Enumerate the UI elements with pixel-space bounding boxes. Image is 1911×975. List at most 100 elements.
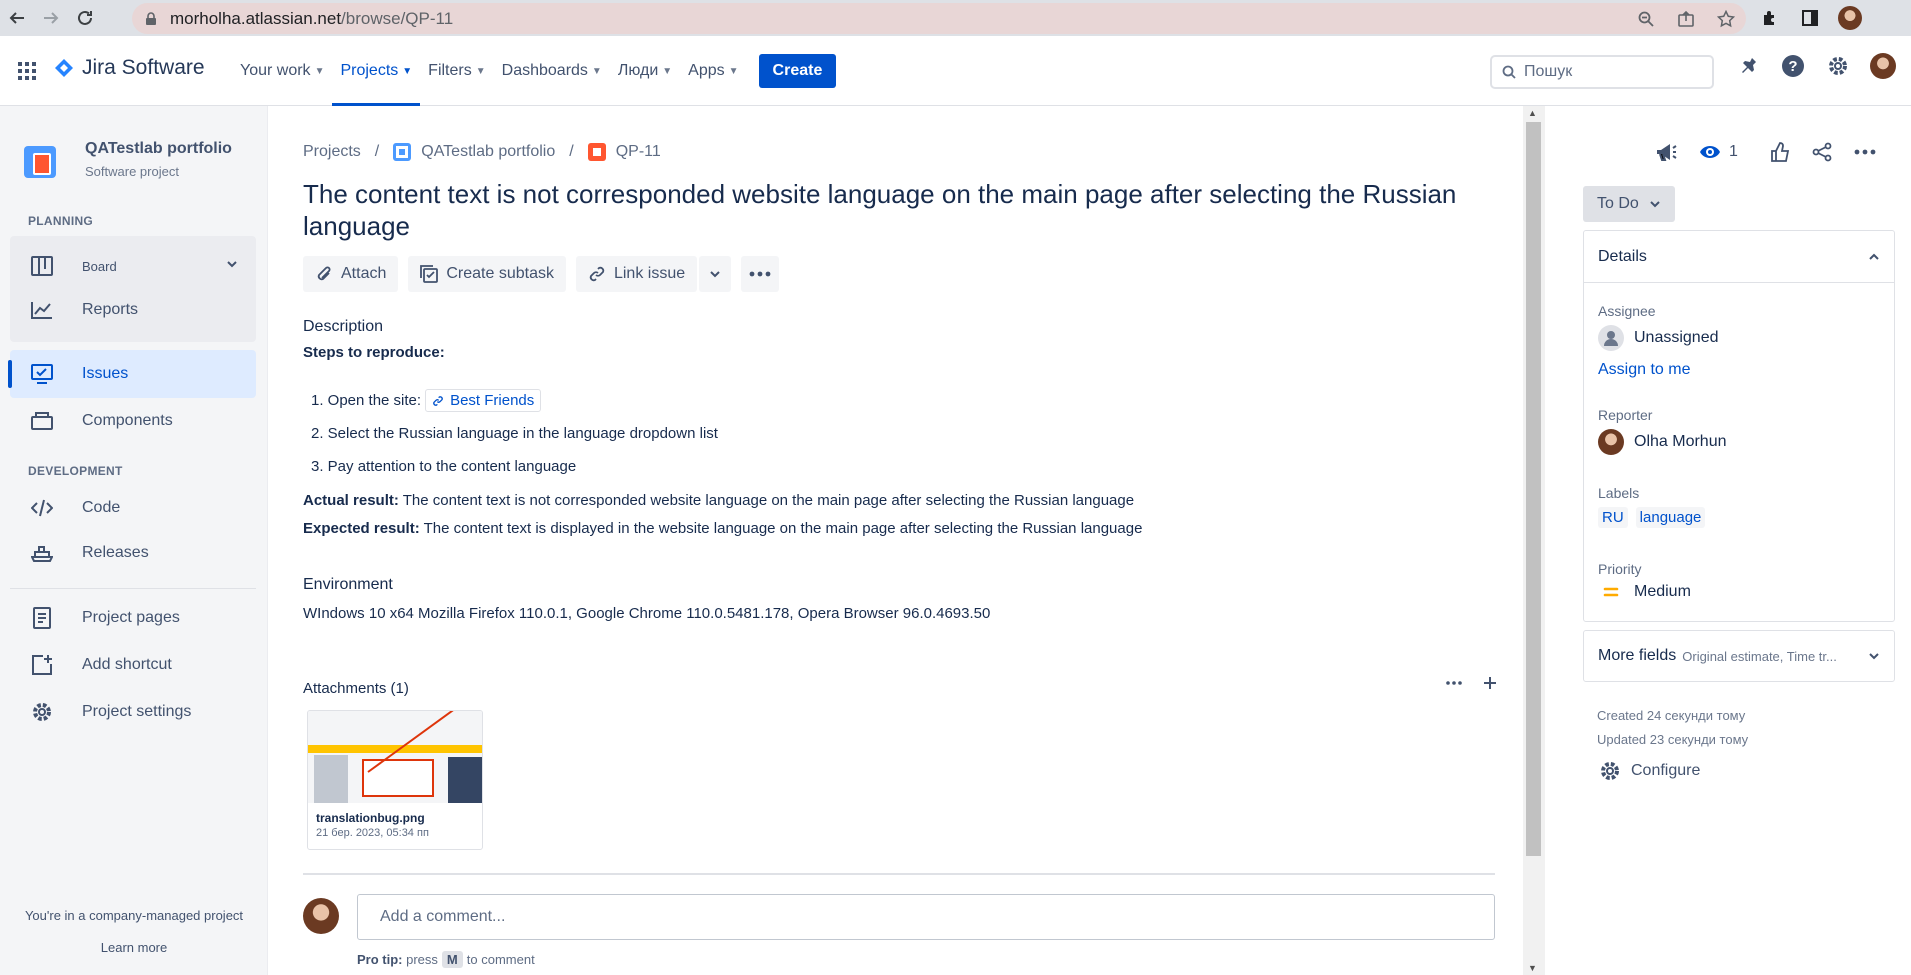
- breadcrumb-issue-key[interactable]: QP-11: [616, 143, 661, 161]
- issues-icon: [30, 364, 54, 384]
- assignee-field[interactable]: Unassigned: [1598, 325, 1719, 351]
- configure-button[interactable]: Configure: [1599, 760, 1700, 782]
- environment-text[interactable]: WIndows 10 x64 Mozilla Firefox 110.0.1, …: [303, 605, 990, 622]
- actual-result: Actual result: The content text is not c…: [303, 492, 1134, 509]
- bug-type-icon[interactable]: [587, 143, 606, 161]
- reload-icon[interactable]: [68, 0, 102, 36]
- share-page-icon[interactable]: [1666, 10, 1706, 28]
- zoom-icon[interactable]: [1626, 10, 1666, 28]
- attachment-card[interactable]: translationbug.png 21 бер. 2023, 05:34 п…: [307, 710, 483, 850]
- expected-result: Expected result: The content text is dis…: [303, 520, 1142, 537]
- site-info-icon[interactable]: [144, 11, 158, 26]
- priority-field[interactable]: Medium: [1598, 583, 1691, 601]
- assignee-label: Assignee: [1598, 303, 1656, 319]
- create-button[interactable]: Create: [758, 54, 837, 88]
- jira-top-navigation: Jira Software Your work ▼ Projects ▼ Filte…: [0, 36, 1911, 106]
- add-shortcut-icon: [30, 654, 54, 676]
- chevron-down-icon: ▼: [314, 65, 325, 77]
- svg-text:?: ?: [1788, 58, 1797, 75]
- issue-title[interactable]: The content text is not corresponded web…: [303, 178, 1473, 242]
- attachments-header: Attachments (1): [303, 680, 409, 697]
- breadcrumb-projects[interactable]: Projects: [303, 143, 361, 161]
- user-avatar[interactable]: [1860, 53, 1905, 79]
- more-dots-icon[interactable]: [1854, 149, 1876, 155]
- help-icon[interactable]: ?: [1770, 54, 1815, 78]
- add-attachment-icon[interactable]: [1472, 676, 1508, 690]
- search-input[interactable]: Пошук: [1490, 55, 1714, 89]
- link-issue-dropdown[interactable]: [699, 256, 732, 292]
- vote-thumbs-up-icon[interactable]: [1770, 142, 1790, 162]
- more-fields-section[interactable]: More fields Original estimate, Time tr..…: [1583, 630, 1895, 682]
- nav-apps[interactable]: Apps ▼: [680, 36, 746, 106]
- scroll-up-arrow[interactable]: ▲: [1528, 108, 1537, 118]
- assign-to-me-link[interactable]: Assign to me: [1598, 361, 1690, 379]
- address-bar[interactable]: morholha.atlassian.net/browse/QP-11: [132, 3, 1746, 34]
- chevron-down-icon: [1869, 653, 1879, 660]
- more-actions-button[interactable]: [741, 256, 780, 292]
- side-panel-icon[interactable]: [1790, 9, 1830, 27]
- updated-timestamp: Updated 23 секунди тому: [1597, 732, 1749, 747]
- nav-dashboards[interactable]: Dashboards ▼: [494, 36, 610, 106]
- jira-logo[interactable]: Jira Software: [54, 56, 205, 80]
- link-issue-button[interactable]: Link issue: [575, 256, 698, 292]
- sidebar-item-releases[interactable]: Releases: [10, 529, 256, 577]
- step-item: 3. Pay attention to the content language: [311, 458, 577, 475]
- share-icon[interactable]: [1812, 142, 1832, 162]
- nav-projects[interactable]: Projects ▼: [332, 36, 421, 106]
- back-icon[interactable]: [0, 0, 34, 36]
- nav-your-work[interactable]: Your work ▼: [232, 36, 332, 106]
- breadcrumb-project[interactable]: QATestlab portfolio: [421, 143, 555, 161]
- pro-tip-press: press: [406, 952, 438, 967]
- priority-label: Priority: [1598, 561, 1642, 577]
- bookmark-star-icon[interactable]: [1706, 9, 1746, 28]
- scrollbar-thumb[interactable]: [1526, 122, 1541, 856]
- extensions-icon[interactable]: [1750, 9, 1790, 27]
- sidebar-item-add-shortcut[interactable]: Add shortcut: [10, 641, 256, 689]
- commenter-avatar: [303, 898, 339, 934]
- configure-label: Configure: [1631, 762, 1701, 779]
- project-header[interactable]: QATestlab portfolio Software project: [24, 140, 232, 179]
- sidebar-item-issues[interactable]: Issues: [8, 350, 256, 398]
- sidebar-item-code[interactable]: Code: [10, 484, 256, 532]
- attach-button[interactable]: Attach: [303, 256, 399, 292]
- link-issue-label: Link issue: [613, 265, 686, 282]
- nav-filters[interactable]: Filters ▼: [420, 36, 493, 106]
- notifications-icon[interactable]: [1725, 56, 1770, 76]
- chevron-down-icon[interactable]: [226, 258, 238, 270]
- search-icon: [1502, 65, 1516, 79]
- best-friends-link[interactable]: Best Friends: [425, 389, 542, 412]
- label-tag[interactable]: language: [1635, 507, 1706, 528]
- nav-people[interactable]: Люди ▼: [610, 36, 680, 106]
- learn-more-link[interactable]: Learn more: [0, 940, 268, 955]
- planning-header: PLANNING: [28, 214, 94, 228]
- details-header[interactable]: Details: [1584, 231, 1894, 283]
- issue-actions: Attach Create subtask Link issue: [303, 256, 789, 292]
- shortcut-key: M: [441, 951, 463, 968]
- sidebar-item-board[interactable]: Board: [10, 242, 256, 290]
- watch-eye-icon[interactable]: 1: [1699, 143, 1738, 161]
- sidebar-item-components[interactable]: Components: [10, 397, 256, 445]
- scroll-down-arrow[interactable]: ▼: [1528, 963, 1537, 973]
- labels-field[interactable]: RU language: [1598, 507, 1713, 528]
- sidebar-item-project-settings[interactable]: Project settings: [10, 688, 256, 736]
- priority-value: Medium: [1634, 583, 1691, 600]
- status-dropdown[interactable]: To Do: [1583, 186, 1675, 222]
- jira-diamond-icon: [55, 59, 73, 77]
- comment-input[interactable]: Add a comment...: [357, 894, 1495, 940]
- feedback-megaphone-icon[interactable]: [1655, 142, 1677, 162]
- settings-gear-icon[interactable]: [1815, 55, 1860, 77]
- label-tag[interactable]: RU: [1598, 507, 1628, 528]
- main-scrollbar[interactable]: ▲ ▼: [1523, 106, 1545, 975]
- sidebar-item-reports[interactable]: Reports: [10, 286, 256, 334]
- reporter-field[interactable]: Olha Morhun: [1598, 429, 1727, 455]
- sidebar-item-label: Components: [82, 412, 173, 429]
- forward-icon[interactable]: [34, 0, 68, 36]
- paperclip-icon: [315, 265, 333, 283]
- chevron-down-icon: [1650, 201, 1660, 208]
- sidebar-item-project-pages[interactable]: Project pages: [10, 594, 256, 642]
- create-subtask-button[interactable]: Create subtask: [408, 256, 566, 292]
- app-switcher-icon[interactable]: [18, 62, 36, 80]
- browser-profile-avatar[interactable]: [1830, 6, 1870, 30]
- expected-result-text: The content text is displayed in the web…: [419, 520, 1143, 537]
- attachments-more-icon[interactable]: [1436, 681, 1472, 685]
